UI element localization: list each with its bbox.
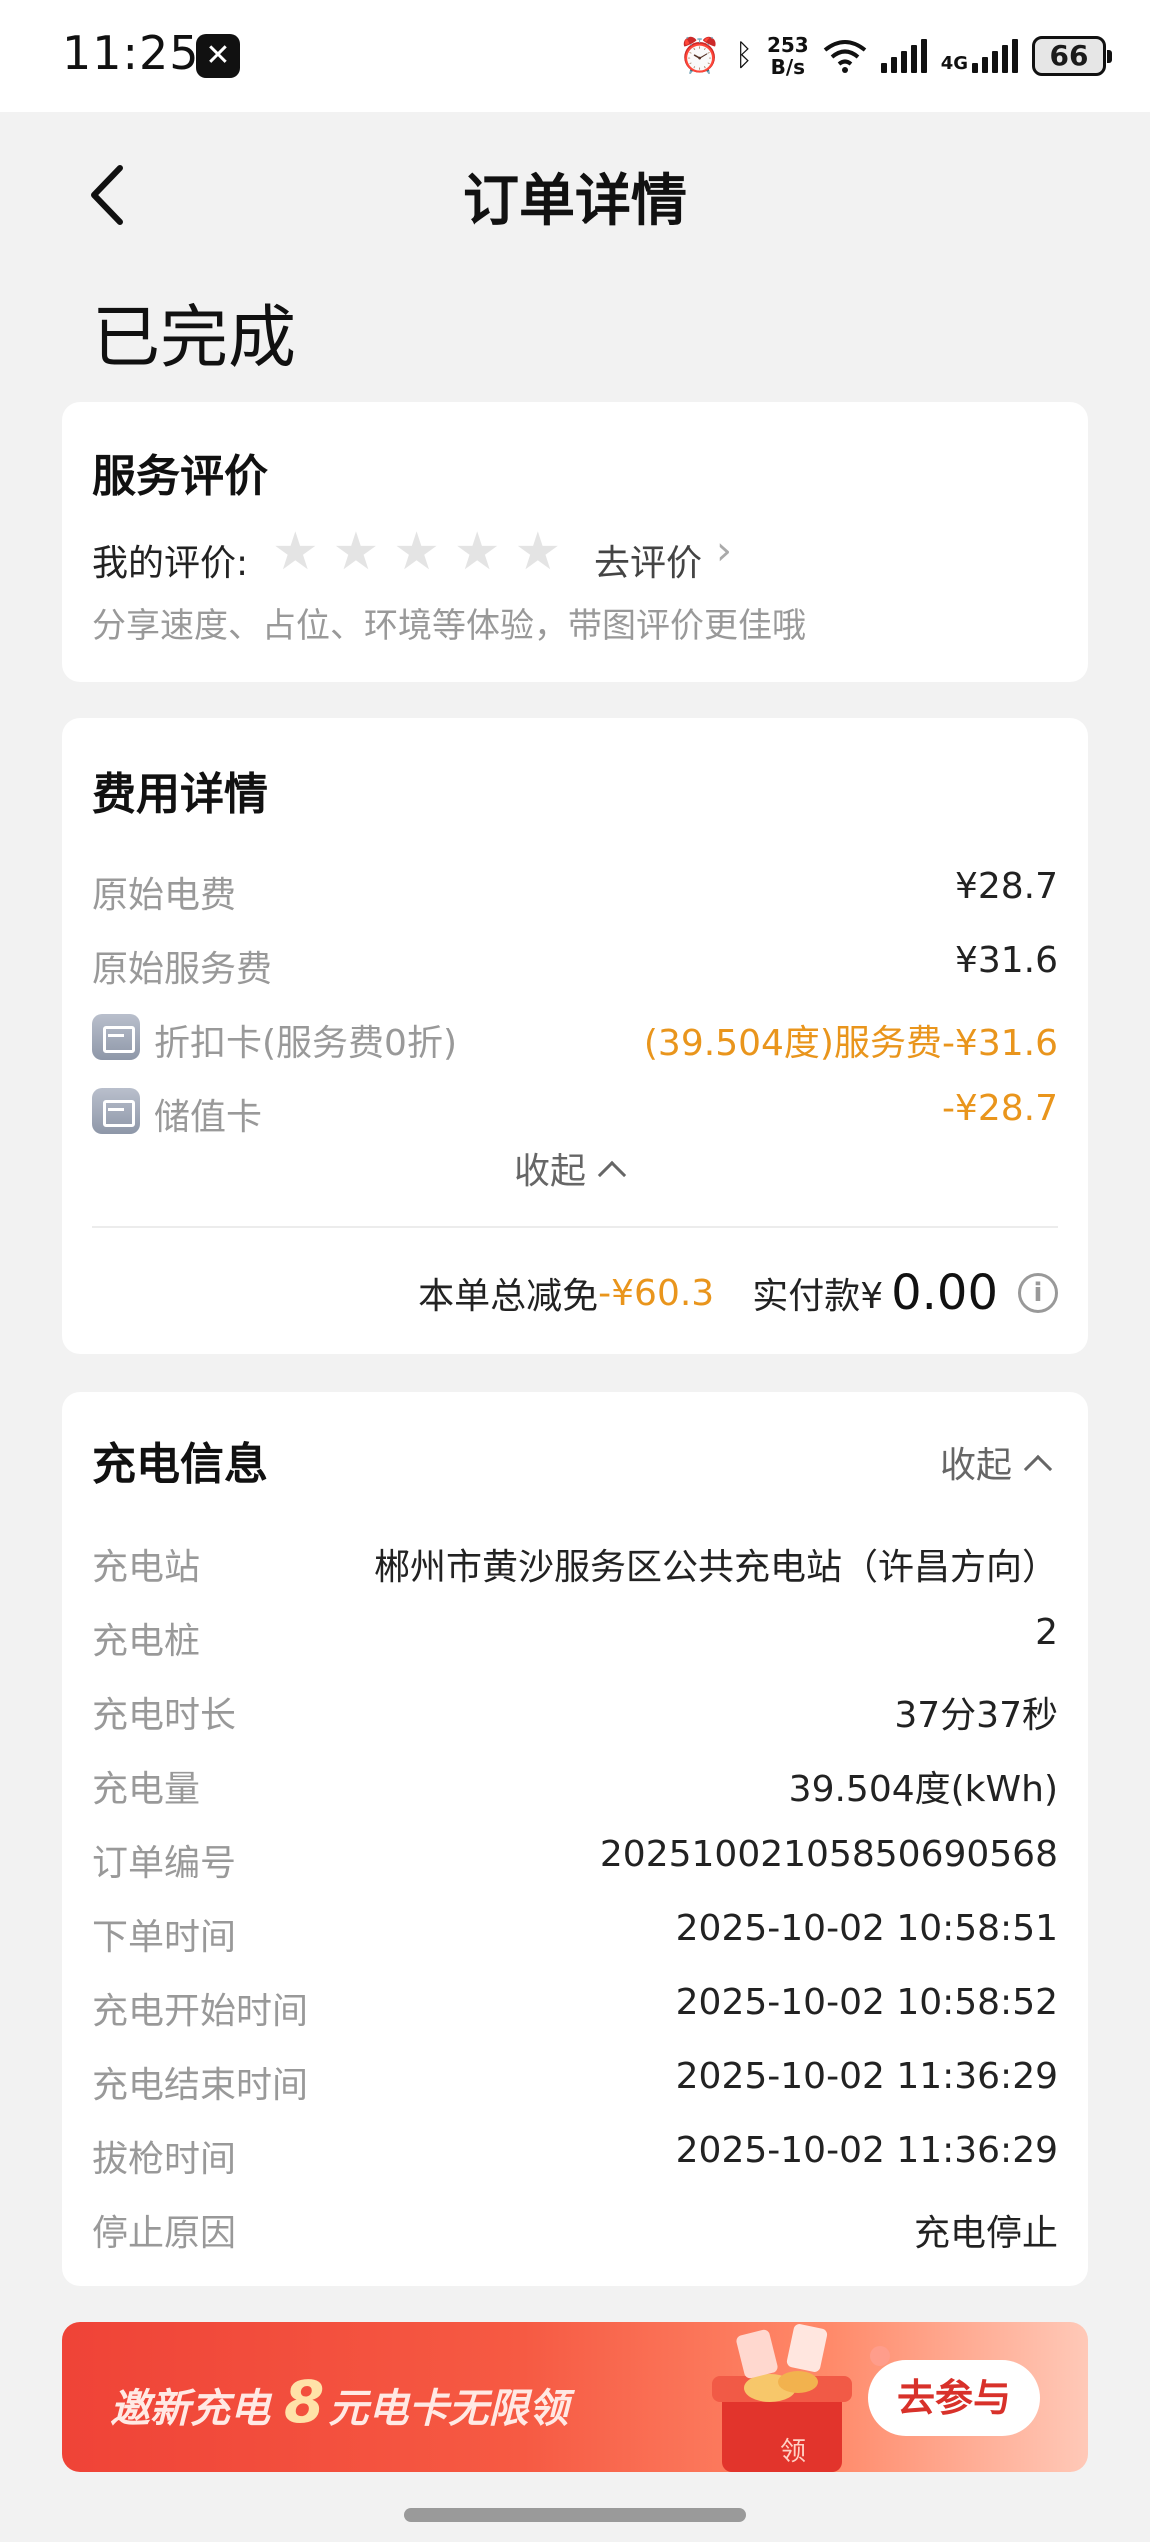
discount-card-icon	[92, 1014, 140, 1060]
fee-label: 原始服务费	[92, 949, 273, 990]
signal-bars-icon	[972, 39, 1018, 73]
fee-row: 原始服务费 ¥31.6	[92, 940, 1058, 990]
charging-row: 拔枪时间 2025-10-02 11:36:29	[92, 2130, 1058, 2180]
network-speed: 253 B/s	[767, 34, 809, 78]
charging-label: 充电结束时间	[92, 2065, 309, 2106]
charging-label: 充电站	[92, 1547, 201, 1588]
charging-label: 停止原因	[92, 2213, 237, 2254]
charging-label: 充电时长	[92, 1695, 237, 1736]
charging-value: 20251002105850690568	[599, 1834, 1058, 1875]
charging-row: 充电量 39.504度(kWh)	[92, 1760, 1058, 1810]
divider	[92, 1226, 1058, 1228]
go-rate-link[interactable]: 去评价	[594, 534, 702, 586]
collapse-label: 收起	[514, 1151, 587, 1192]
star-icon[interactable]: ★	[333, 522, 380, 582]
fee-value: -¥28.7	[941, 1088, 1058, 1129]
rating-stars[interactable]: ★ ★ ★ ★ ★	[272, 522, 561, 582]
speed-value: 253	[766, 33, 809, 57]
star-icon[interactable]: ★	[393, 522, 440, 582]
charging-label: 充电量	[92, 1769, 201, 1810]
charging-label: 拔枪时间	[92, 2139, 237, 2180]
fee-row: 储值卡 -¥28.7	[92, 1088, 1058, 1138]
fee-details-card: 费用详情 原始电费 ¥28.7 原始服务费 ¥31.6 折扣卡(服务费0折) (…	[62, 718, 1088, 1354]
info-icon[interactable]: i	[1018, 1273, 1058, 1313]
status-indicators: ⏰ ᛒ 253 B/s 4G 66	[678, 28, 1112, 84]
paid-label: 实付款¥	[752, 1276, 884, 1317]
service-eval-title: 服务评价	[92, 451, 268, 502]
alarm-icon: ⏰	[678, 36, 721, 76]
charging-info-card: 充电信息 收起 充电站 郴州市黄沙服务区公共充电站（许昌方向） 充电桩 2 充电…	[62, 1392, 1088, 2286]
signal-bars-icon	[880, 39, 927, 73]
charging-row: 停止原因 充电停止	[92, 2204, 1058, 2254]
battery-icon: 66	[1032, 36, 1112, 76]
paid-amount: 0.00	[891, 1265, 998, 1321]
stored-value-card-icon	[92, 1088, 140, 1134]
charging-value: 2025-10-02 10:58:51	[675, 1908, 1058, 1949]
banner-deco-char: 领	[780, 2437, 806, 2467]
wifi-icon	[823, 40, 866, 73]
join-button[interactable]: 去参与	[868, 2360, 1040, 2436]
status-bar: 11:25 ✕ ⏰ ᛒ 253 B/s 4G 66	[0, 0, 1150, 112]
fee-row: 折扣卡(服务费0折) (39.504度)服务费-¥31.6	[92, 1014, 1058, 1064]
charging-label: 下单时间	[92, 1917, 237, 1958]
charging-row: 充电桩 2	[92, 1612, 1058, 1662]
charging-collapse-button[interactable]: 收起	[939, 1436, 1053, 1488]
fee-label: 折扣卡(服务费0折)	[154, 1023, 457, 1064]
fee-value: ¥31.6	[954, 940, 1058, 981]
status-time: 11:25	[62, 26, 200, 80]
network-type: 4G	[940, 53, 968, 74]
bluetooth-icon: ᛒ	[734, 38, 753, 73]
charging-value: 2	[1035, 1612, 1058, 1653]
service-eval-card: 服务评价 我的评价: ★ ★ ★ ★ ★ 去评价 › 分享速度、占位、环境等体验…	[62, 402, 1088, 682]
charging-label: 充电桩	[92, 1621, 201, 1662]
fee-row: 原始电费 ¥28.7	[92, 866, 1058, 916]
battery-level: 66	[1049, 39, 1089, 72]
mobile-network-icon: 4G	[941, 39, 1018, 73]
home-indicator[interactable]	[404, 2508, 746, 2522]
star-icon[interactable]: ★	[272, 522, 319, 582]
charging-value: 2025-10-02 11:36:29	[675, 2130, 1058, 2171]
banner-amount: 8	[284, 2368, 325, 2436]
invite-promo-banner[interactable]: 邀新充电 8 元电卡无限领 领 去参与	[62, 2322, 1088, 2472]
fee-value: ¥28.7	[954, 866, 1058, 907]
charging-row: 充电开始时间 2025-10-02 10:58:52	[92, 1982, 1058, 2032]
chevron-right-icon[interactable]: ›	[716, 528, 732, 574]
charging-value: 2025-10-02 10:58:52	[675, 1982, 1058, 2023]
fee-collapse-button[interactable]: 收起	[514, 1142, 627, 1194]
close-x-icon: ✕	[196, 34, 240, 78]
banner-text: 邀新充电 8 元电卡无限领	[110, 2368, 568, 2436]
charging-row: 充电结束时间 2025-10-02 11:36:29	[92, 2056, 1058, 2106]
total-discount-label: 本单总减免	[418, 1276, 599, 1317]
charging-value: 充电停止	[913, 2213, 1058, 2254]
charging-value: 39.504度(kWh)	[788, 1769, 1058, 1810]
charging-row: 订单编号 20251002105850690568	[92, 1834, 1058, 1884]
charging-label: 充电开始时间	[92, 1991, 309, 2032]
fee-label: 原始电费	[92, 875, 237, 916]
banner-text-a: 邀新充电	[110, 2386, 270, 2432]
star-icon[interactable]: ★	[515, 522, 562, 582]
collapse-label: 收起	[939, 1445, 1012, 1486]
fee-value: (39.504度)服务费-¥31.6	[643, 1023, 1058, 1064]
page-title: 订单详情	[463, 169, 687, 234]
banner-text-b: 元电卡无限领	[328, 2386, 569, 2432]
charging-info-title: 充电信息	[92, 1439, 268, 1490]
chevron-up-icon	[597, 1160, 627, 1190]
charging-value: 37分37秒	[894, 1695, 1058, 1736]
fee-label: 储值卡	[154, 1097, 263, 1138]
order-status: 已完成	[92, 299, 297, 378]
charging-row: 下单时间 2025-10-02 10:58:51	[92, 1908, 1058, 1958]
star-icon[interactable]: ★	[454, 522, 501, 582]
fee-details-title: 费用详情	[92, 769, 268, 820]
total-discount-value: -¥60.3	[598, 1272, 715, 1314]
payment-summary: 本单总减免 -¥60.3 实付款¥ 0.00 i	[418, 1258, 1058, 1328]
charging-value: 2025-10-02 11:36:29	[675, 2056, 1058, 2097]
charging-label: 订单编号	[92, 1843, 237, 1884]
my-rating-label: 我的评价:	[92, 543, 249, 584]
charging-row: 充电时长 37分37秒	[92, 1686, 1058, 1736]
charging-row: 充电站 郴州市黄沙服务区公共充电站（许昌方向）	[92, 1538, 1058, 1588]
rating-hint: 分享速度、占位、环境等体验，带图评价更佳哦	[92, 606, 806, 646]
speed-unit: B/s	[770, 55, 806, 79]
chevron-up-icon	[1023, 1454, 1053, 1484]
charging-value: 郴州市黄沙服务区公共充电站（许昌方向）	[373, 1547, 1058, 1588]
